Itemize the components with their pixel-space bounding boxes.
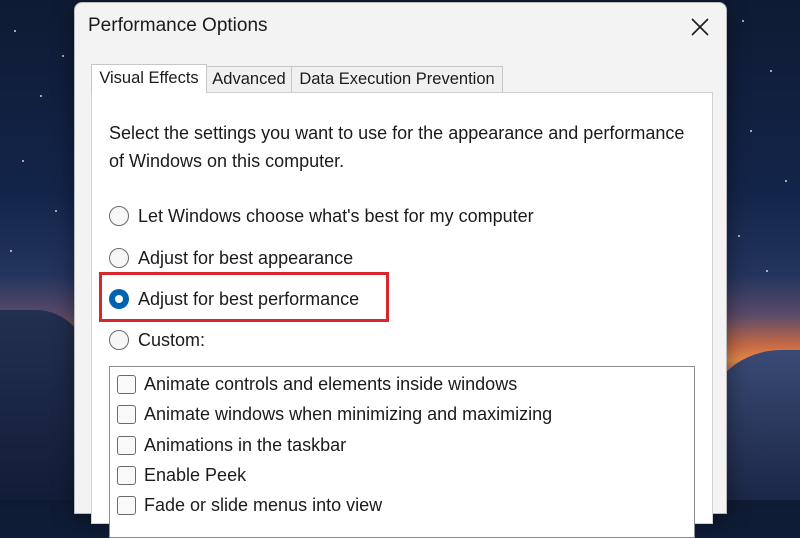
radio-button[interactable] <box>109 206 129 226</box>
checkbox-label: Animate controls and elements inside win… <box>144 374 518 394</box>
checkbox[interactable] <box>117 405 136 424</box>
description-text: Select the settings you want to use for … <box>109 123 685 171</box>
custom-effects-list[interactable]: Animate controls and elements inside win… <box>109 366 695 538</box>
close-icon <box>691 18 709 36</box>
checkbox-label: Animate windows when minimizing and maxi… <box>144 404 553 424</box>
checkbox-label: Fade or slide menus into view <box>144 495 383 515</box>
checkbox-label: Enable Peek <box>144 465 247 485</box>
checkbox[interactable] <box>117 496 136 515</box>
tab-advanced[interactable]: Advanced <box>206 66 292 92</box>
checkbox[interactable] <box>117 436 136 455</box>
checkbox-label: Animations in the taskbar <box>144 435 347 455</box>
performance-options-dialog: Performance Options Visual Effects Advan… <box>74 2 727 538</box>
option-label: Let Windows choose what's best for my co… <box>138 206 534 226</box>
dialog-title: Performance Options <box>88 15 268 36</box>
radio-button[interactable] <box>109 248 129 268</box>
visual-effects-panel: Select the settings you want to use for … <box>91 92 713 538</box>
checkbox[interactable] <box>117 466 136 485</box>
close-button[interactable] <box>682 9 718 45</box>
tab-visual-effects[interactable]: Visual Effects <box>91 64 207 93</box>
radio-button-selected[interactable] <box>109 289 129 309</box>
tab-data-execution-prevention[interactable]: Data Execution Prevention <box>291 66 503 92</box>
option-label: Adjust for best performance <box>138 289 360 309</box>
checkbox[interactable] <box>117 375 136 394</box>
option-label: Custom: <box>138 330 206 350</box>
radio-button[interactable] <box>109 330 129 350</box>
option-label: Adjust for best appearance <box>138 248 354 268</box>
